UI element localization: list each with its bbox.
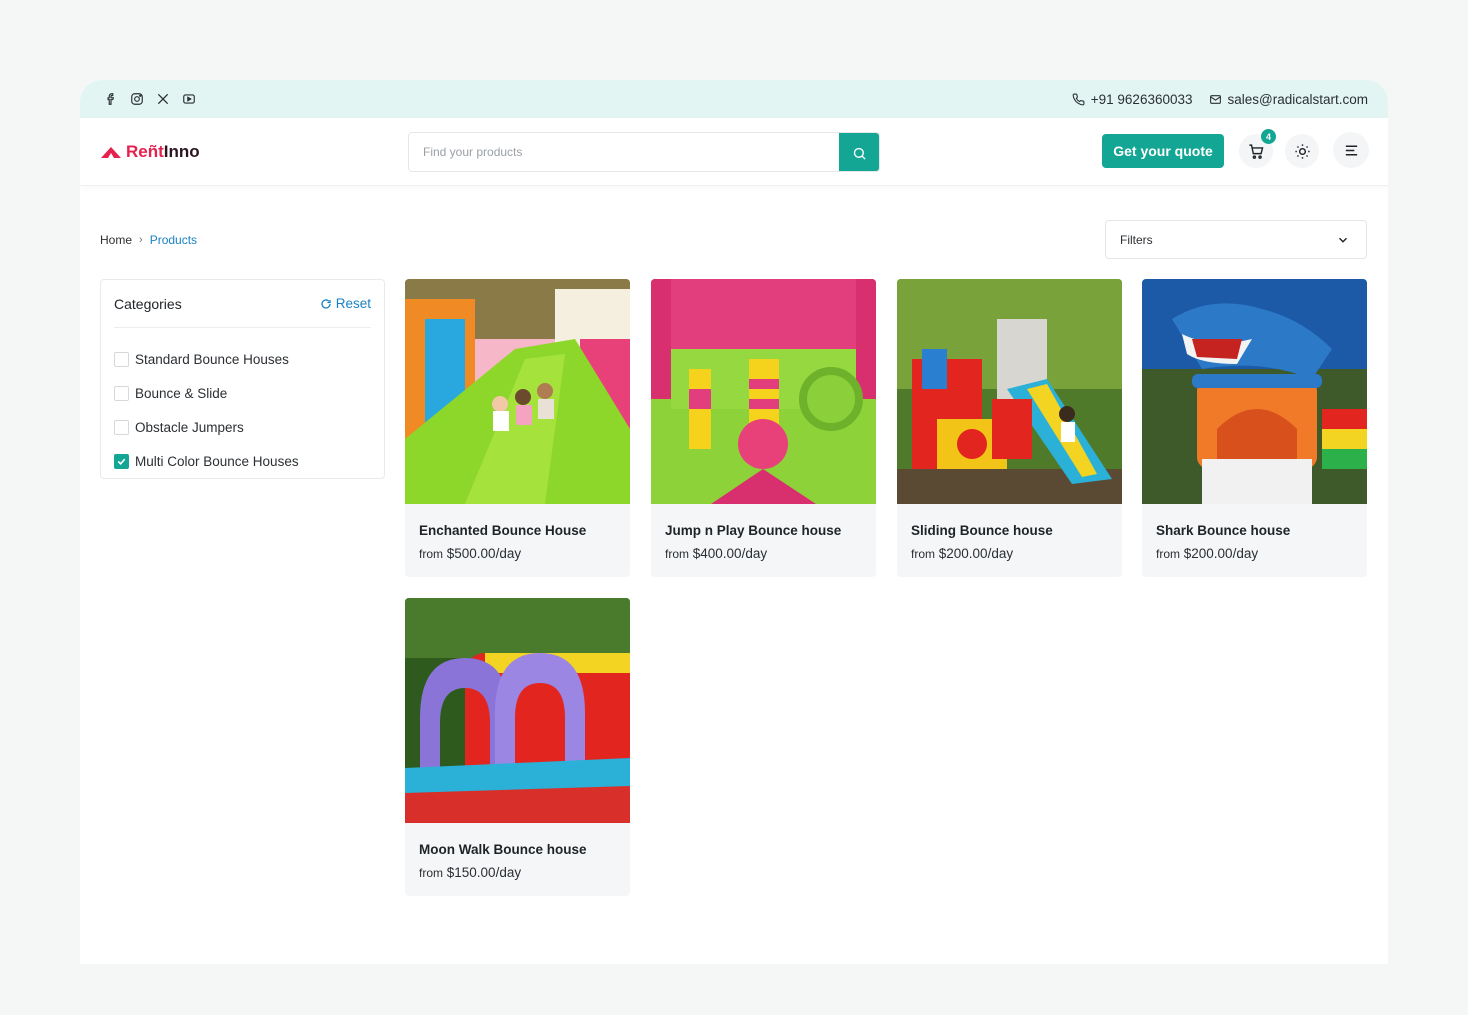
category-item[interactable]: Multi Color Bounce Houses bbox=[114, 444, 371, 478]
category-list: Standard Bounce Houses Bounce & Slide Ob… bbox=[114, 328, 371, 478]
page-frame: +91 9626360033 sales@radicalstart.com Re… bbox=[80, 80, 1388, 1015]
contact-info: +91 9626360033 sales@radicalstart.com bbox=[1072, 92, 1368, 107]
sun-icon bbox=[1294, 143, 1310, 159]
instagram-icon[interactable] bbox=[130, 92, 144, 106]
product-card[interactable]: Enchanted Bounce House from $500.00/day bbox=[405, 279, 630, 577]
category-item[interactable]: Bounce & Slide bbox=[114, 376, 371, 410]
main-header: ReñtInno Get your quote 4 bbox=[80, 118, 1388, 186]
product-name[interactable]: Enchanted Bounce House bbox=[419, 523, 586, 538]
product-image[interactable] bbox=[405, 598, 630, 823]
product-name[interactable]: Sliding Bounce house bbox=[911, 523, 1053, 538]
refresh-icon bbox=[321, 298, 331, 309]
price-prefix: from bbox=[911, 547, 935, 561]
product-price: from $500.00/day bbox=[419, 546, 521, 561]
product-image[interactable] bbox=[405, 279, 630, 504]
filters-label: Filters bbox=[1120, 232, 1153, 247]
category-label: Obstacle Jumpers bbox=[135, 419, 244, 435]
youtube-icon[interactable] bbox=[182, 92, 196, 106]
cart-count-badge: 4 bbox=[1261, 129, 1276, 144]
search-button[interactable] bbox=[839, 133, 879, 171]
reset-button[interactable]: Reset bbox=[320, 296, 371, 311]
categories-panel: Categories Reset Standard Bounce Houses … bbox=[100, 279, 385, 479]
category-checkbox-checked[interactable] bbox=[114, 453, 129, 469]
x-icon[interactable] bbox=[156, 92, 170, 106]
price-prefix: from bbox=[665, 547, 689, 561]
menu-button[interactable] bbox=[1333, 132, 1369, 168]
price-value: $400.00/day bbox=[692, 546, 768, 561]
product-price: from $200.00/day bbox=[1156, 546, 1258, 561]
price-value: $150.00/day bbox=[446, 865, 522, 880]
product-price: from $200.00/day bbox=[911, 546, 1013, 561]
get-quote-button[interactable]: Get your quote bbox=[1102, 134, 1224, 168]
category-label: Multi Color Bounce Houses bbox=[135, 453, 299, 469]
logo-text-rent: Reñt bbox=[126, 141, 164, 161]
price-prefix: from bbox=[419, 547, 443, 561]
facebook-icon[interactable] bbox=[104, 92, 118, 106]
tent-logo-icon bbox=[101, 146, 121, 158]
categories-header: Categories Reset bbox=[114, 280, 371, 328]
category-checkbox[interactable] bbox=[114, 385, 129, 401]
product-image[interactable] bbox=[651, 279, 876, 504]
mail-icon bbox=[1209, 94, 1221, 104]
search-icon bbox=[853, 147, 866, 160]
product-image[interactable] bbox=[1142, 279, 1367, 504]
price-value: $500.00/day bbox=[446, 546, 522, 561]
chevron-down-icon bbox=[1339, 237, 1347, 243]
category-label: Bounce & Slide bbox=[135, 385, 228, 401]
filters-dropdown[interactable]: Filters bbox=[1105, 220, 1367, 259]
product-card[interactable]: Sliding Bounce house from $200.00/day bbox=[897, 279, 1122, 577]
product-card[interactable]: Moon Walk Bounce house from $150.00/day bbox=[405, 598, 630, 896]
reset-label: Reset bbox=[335, 296, 371, 311]
email-contact[interactable]: sales@radicalstart.com bbox=[1209, 91, 1369, 107]
price-prefix: from bbox=[1156, 547, 1180, 561]
category-item[interactable]: Standard Bounce Houses bbox=[114, 342, 371, 376]
phone-icon bbox=[1072, 93, 1085, 105]
top-bar: +91 9626360033 sales@radicalstart.com bbox=[80, 80, 1388, 118]
category-item[interactable]: Obstacle Jumpers bbox=[114, 410, 371, 444]
brand-logo[interactable]: Reñt Inno bbox=[100, 142, 200, 162]
category-checkbox[interactable] bbox=[114, 419, 129, 435]
categories-title: Categories bbox=[114, 295, 182, 312]
product-card[interactable]: Shark Bounce house from $200.00/day bbox=[1142, 279, 1367, 577]
phone-number: +91 9626360033 bbox=[1090, 91, 1193, 107]
breadcrumb: Home › Products bbox=[100, 233, 197, 247]
product-name[interactable]: Jump n Play Bounce house bbox=[665, 523, 841, 538]
price-prefix: from bbox=[419, 866, 443, 880]
price-value: $200.00/day bbox=[938, 546, 1014, 561]
product-image[interactable] bbox=[897, 279, 1122, 504]
product-name[interactable]: Moon Walk Bounce house bbox=[419, 842, 587, 857]
email-address: sales@radicalstart.com bbox=[1227, 91, 1369, 107]
price-value: $200.00/day bbox=[1183, 546, 1259, 561]
search-input[interactable] bbox=[409, 133, 839, 171]
product-card[interactable]: Jump n Play Bounce house from $400.00/da… bbox=[651, 279, 876, 577]
social-links bbox=[104, 92, 196, 106]
category-checkbox[interactable] bbox=[114, 351, 129, 367]
cart-icon bbox=[1248, 143, 1263, 159]
breadcrumb-current[interactable]: Products bbox=[150, 233, 197, 247]
theme-toggle-button[interactable] bbox=[1285, 134, 1319, 168]
footer-strip bbox=[80, 964, 1388, 1015]
logo-text-inno: Inno bbox=[163, 141, 200, 161]
product-price: from $400.00/day bbox=[665, 546, 767, 561]
phone-contact[interactable]: +91 9626360033 bbox=[1072, 92, 1193, 107]
product-name[interactable]: Shark Bounce house bbox=[1156, 523, 1290, 538]
menu-icon bbox=[1345, 144, 1357, 156]
product-price: from $150.00/day bbox=[419, 865, 521, 880]
chevron-right-icon: › bbox=[139, 234, 143, 246]
search-bar bbox=[408, 132, 880, 172]
category-label: Standard Bounce Houses bbox=[135, 351, 289, 367]
breadcrumb-home[interactable]: Home bbox=[100, 233, 132, 247]
check-icon bbox=[117, 458, 126, 465]
